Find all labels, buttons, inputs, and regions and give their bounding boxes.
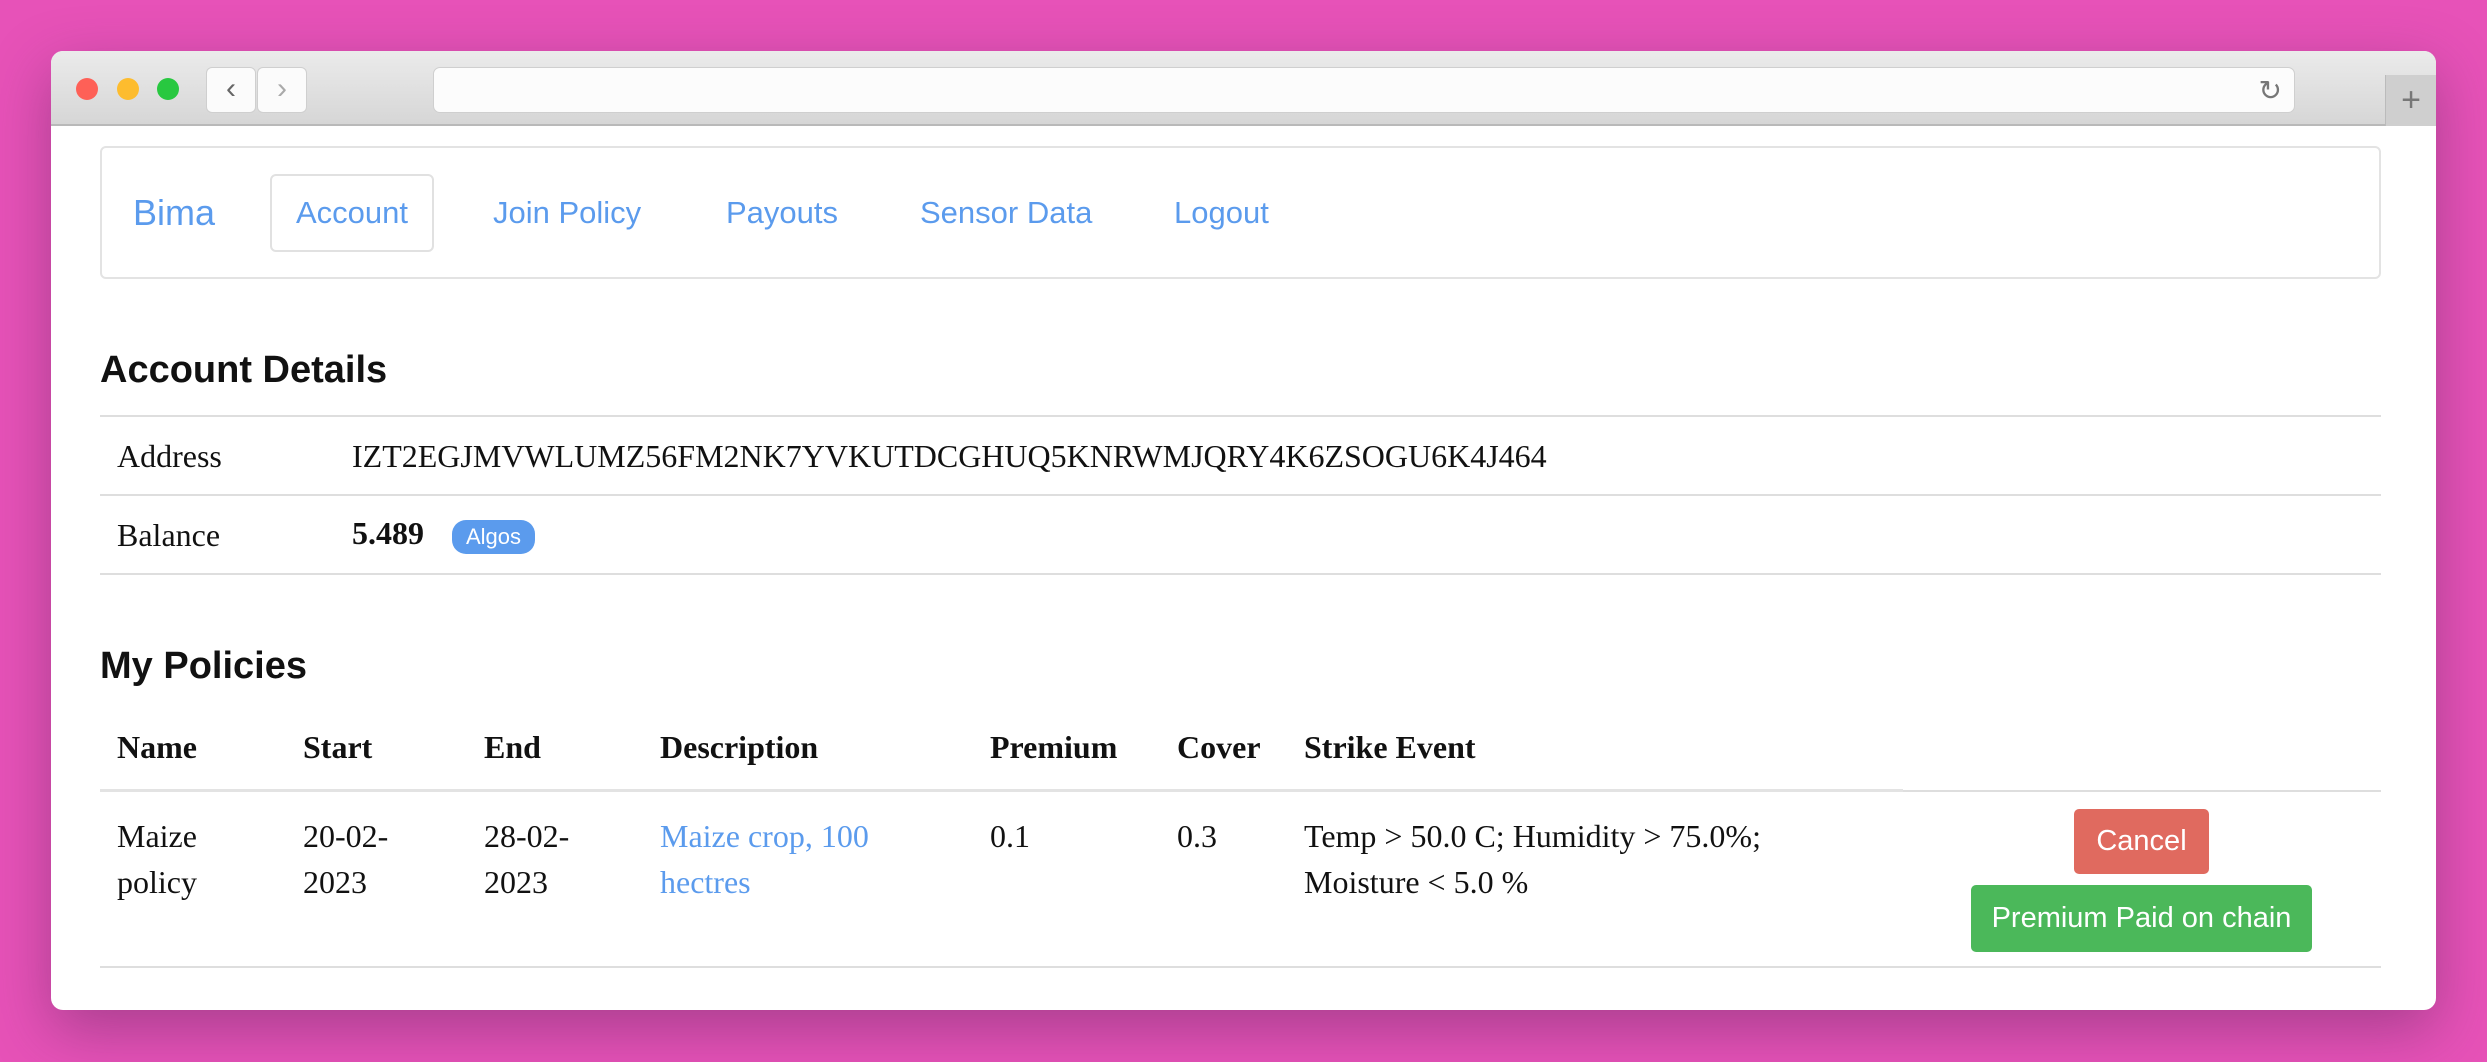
- address-label: Address: [117, 438, 222, 474]
- navbar: Bima Account Join Policy Payouts Sensor …: [100, 146, 2381, 279]
- col-strike-event: Strike Event: [1304, 729, 1476, 765]
- cancel-button[interactable]: Cancel: [2074, 809, 2209, 874]
- reload-icon[interactable]: ↻: [2259, 74, 2282, 107]
- back-button[interactable]: ‹: [206, 67, 256, 113]
- policy-name: Maize policy: [117, 818, 197, 900]
- balance-label: Balance: [117, 517, 221, 553]
- new-tab-button[interactable]: +: [2385, 75, 2436, 126]
- nav-account[interactable]: Account: [270, 174, 435, 252]
- maximize-window-button[interactable]: [157, 78, 179, 100]
- browser-toolbar: ‹ › ↻ +: [51, 51, 2436, 126]
- divider: [100, 494, 2381, 496]
- browser-window: ‹ › ↻ + Bima Account Join Policy Payouts…: [51, 51, 2436, 1010]
- nav-payouts[interactable]: Payouts: [726, 148, 838, 277]
- col-start: Start: [303, 729, 373, 765]
- chevron-right-icon: ›: [277, 72, 287, 105]
- minimize-window-button[interactable]: [117, 78, 139, 100]
- policy-cover: 0.3: [1177, 818, 1217, 854]
- nav-join-policy[interactable]: Join Policy: [493, 148, 641, 277]
- policy-strike-event: Temp > 50.0 C; Humidity > 75.0%; Moistur…: [1304, 818, 1761, 900]
- divider: [100, 573, 2381, 575]
- nav-logout[interactable]: Logout: [1174, 148, 1269, 277]
- close-window-button[interactable]: [76, 78, 98, 100]
- algos-badge: Algos: [452, 520, 536, 554]
- premium-paid-button[interactable]: Premium Paid on chain: [1971, 885, 2312, 952]
- col-cover: Cover: [1177, 729, 1261, 765]
- address-value: IZT2EGJMVWLUMZ56FM2NK7YVKUTDCGHUQ5KNRWMJ…: [352, 438, 1547, 474]
- policy-description-link[interactable]: Maize crop, 100 hectres: [660, 813, 910, 905]
- policy-end: 28-02-2023: [484, 818, 570, 900]
- policy-premium: 0.1: [990, 818, 1030, 854]
- header-divider: [1903, 790, 2381, 792]
- header-divider: [100, 789, 1903, 792]
- brand-link[interactable]: Bima: [133, 148, 215, 277]
- account-details-heading: Account Details: [100, 349, 388, 391]
- forward-button[interactable]: ›: [257, 67, 307, 113]
- balance-value: 5.489: [352, 515, 424, 551]
- col-description: Description: [660, 729, 819, 765]
- nav-sensor-data[interactable]: Sensor Data: [920, 148, 1092, 277]
- divider: [100, 415, 2381, 417]
- col-premium: Premium: [990, 729, 1118, 765]
- address-bar[interactable]: ↻: [433, 67, 2295, 113]
- my-policies-heading: My Policies: [100, 645, 307, 687]
- col-name: Name: [117, 729, 197, 765]
- policy-start: 20-02-2023: [303, 818, 389, 900]
- col-end: End: [484, 729, 541, 765]
- chevron-left-icon: ‹: [226, 72, 236, 105]
- divider: [100, 966, 2381, 968]
